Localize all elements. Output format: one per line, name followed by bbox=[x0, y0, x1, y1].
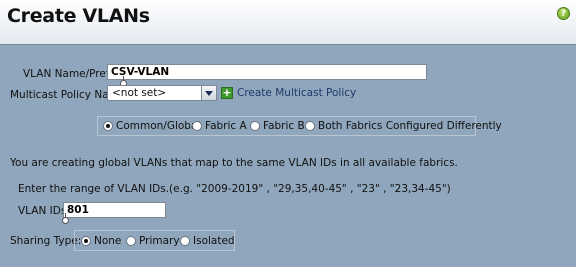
page-title: Create VLANs bbox=[7, 5, 150, 27]
help-icon[interactable]: ? bbox=[557, 7, 570, 20]
multicast-policy-value: <not set> bbox=[112, 87, 167, 99]
radio-fabric-a-label: Fabric A bbox=[205, 120, 247, 132]
vlan-name-input[interactable]: CSV-VLAN bbox=[107, 64, 427, 80]
radio-fabric-b[interactable] bbox=[250, 121, 260, 131]
create-multicast-policy-link[interactable]: Create Multicast Policy bbox=[237, 87, 356, 99]
required-marker-icon bbox=[62, 213, 69, 224]
radio-sharing-none[interactable] bbox=[81, 236, 91, 246]
radio-both-fabrics-label: Both Fabrics Configured Differently bbox=[318, 120, 502, 132]
radio-fabric-b-label: Fabric B bbox=[263, 120, 305, 132]
plus-icon[interactable]: + bbox=[221, 87, 233, 99]
vlan-ids-input[interactable]: 801 bbox=[63, 202, 166, 218]
radio-sharing-none-label: None bbox=[94, 235, 122, 247]
radio-sharing-isolated-label: Isolated bbox=[193, 235, 235, 247]
chevron-down-icon[interactable] bbox=[201, 86, 216, 100]
radio-common-global[interactable] bbox=[103, 121, 113, 131]
radio-sharing-primary[interactable] bbox=[126, 236, 136, 246]
multicast-policy-select[interactable]: <not set> bbox=[107, 85, 217, 101]
radio-fabric-a[interactable] bbox=[192, 121, 202, 131]
radio-sharing-primary-label: Primary bbox=[139, 235, 180, 247]
info-text: You are creating global VLANs that map t… bbox=[10, 157, 458, 169]
radio-common-global-label: Common/Global bbox=[116, 120, 201, 132]
radio-both-fabrics[interactable] bbox=[305, 121, 315, 131]
sharing-type-label: Sharing Type: bbox=[10, 235, 82, 247]
range-hint-text: Enter the range of VLAN IDs.(e.g. "2009-… bbox=[18, 183, 451, 195]
title-bar: Create VLANs ? bbox=[0, 0, 576, 45]
radio-sharing-isolated[interactable] bbox=[180, 236, 190, 246]
